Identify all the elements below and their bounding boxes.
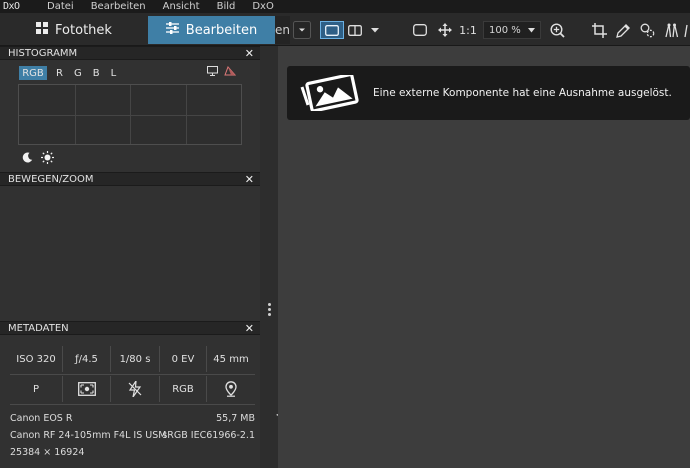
horizon-icon xyxy=(664,23,678,37)
crop-tool-button[interactable] xyxy=(590,21,608,39)
compare-mode-group xyxy=(320,21,384,39)
grid-icon xyxy=(36,22,49,38)
zoom-level-select[interactable]: 100 % xyxy=(483,21,541,39)
repair-tool-button[interactable] xyxy=(638,21,656,39)
histogram-chart xyxy=(18,84,242,145)
chevron-down-icon xyxy=(528,27,535,32)
sun-icon[interactable] xyxy=(41,151,54,164)
menu-bild[interactable]: Bild xyxy=(210,1,246,12)
move-zoom-panel-header[interactable]: BEWEGEN/ZOOM ✕ xyxy=(0,172,260,186)
shutter-value: 1/80 s xyxy=(111,346,160,372)
picker-icon xyxy=(615,23,630,38)
aperture-value: ƒ/4.5 xyxy=(63,346,111,372)
move-zoom-title: BEWEGEN/ZOOM xyxy=(8,173,94,185)
tab-fotothek[interactable]: Fotothek xyxy=(0,16,148,44)
channel-tab-r[interactable]: R xyxy=(54,66,65,80)
metering-icon xyxy=(63,376,111,402)
camera-model: Canon EOS R xyxy=(10,413,73,424)
tab-bearbeiten[interactable]: Bearbeiten xyxy=(148,16,275,44)
horizon-tool-button[interactable] xyxy=(662,21,680,39)
histogram-channel-tabs: RGB R G B L xyxy=(19,66,125,80)
menu-ansicht[interactable]: Ansicht xyxy=(156,1,210,12)
zoom-1to1-button[interactable]: 1:1 xyxy=(458,21,478,39)
menu-dxo[interactable]: DxO xyxy=(245,1,284,12)
channel-tab-rgb[interactable]: RGB xyxy=(19,66,47,80)
exposure-mode: P xyxy=(10,376,63,402)
app-logo: DxO xyxy=(3,1,20,12)
error-message-box: Eine externe Komponente hat eine Ausnahm… xyxy=(287,66,690,120)
channel-tab-g[interactable]: G xyxy=(72,66,84,80)
histogram-icons xyxy=(207,66,236,76)
picker-tool-button[interactable] xyxy=(614,21,632,39)
channel-tab-l[interactable]: L xyxy=(109,66,119,80)
iso-value: ISO 320 xyxy=(10,346,63,372)
menu-bar: DxO Datei Bearbeiten Ansicht Bild DxO xyxy=(0,0,690,13)
color-profile: sRGB IEC61966-2.1 xyxy=(162,430,255,441)
chevron-down-icon[interactable] xyxy=(366,21,384,39)
flash-off-icon xyxy=(111,376,160,402)
histogram-panel-header[interactable]: HISTOGRAMM ✕ xyxy=(0,46,260,60)
menu-bearbeiten[interactable]: Bearbeiten xyxy=(84,1,156,12)
image-dimensions: 25384 × 16924 xyxy=(10,447,85,458)
tab-peek-label: en xyxy=(275,23,290,37)
zoom-fit-icon xyxy=(549,22,565,38)
repair-icon xyxy=(640,23,654,37)
tab-fotothek-label: Fotothek xyxy=(55,22,112,38)
clipping-toggles xyxy=(22,151,54,164)
sliders-icon xyxy=(165,22,179,38)
location-pin-icon xyxy=(207,376,255,402)
compare-single-icon xyxy=(325,24,339,36)
menu-datei[interactable]: Datei xyxy=(40,1,84,12)
close-icon[interactable]: ✕ xyxy=(245,322,254,335)
zoom-fit-button[interactable] xyxy=(548,21,566,39)
file-size: 55,7 MB xyxy=(216,413,255,424)
move-button[interactable] xyxy=(436,21,454,39)
dropdown-arrow-button[interactable] xyxy=(293,21,311,39)
channel-tab-b[interactable]: B xyxy=(91,66,102,80)
crop-icon xyxy=(591,22,607,38)
compare-split-icon xyxy=(348,24,362,36)
tab-peek[interactable]: en xyxy=(275,16,290,44)
histogram-title: HISTOGRAMM xyxy=(8,47,78,59)
compare-single-button[interactable] xyxy=(320,21,344,39)
crop-frame-button[interactable] xyxy=(411,21,429,39)
zoom-level-value: 100 % xyxy=(489,24,521,36)
lens-model: Canon RF 24-105mm F4L IS USM xyxy=(10,430,167,441)
close-icon[interactable]: ✕ xyxy=(245,47,254,60)
toolbar-overflow-edge xyxy=(684,21,690,39)
tab-bearbeiten-label: Bearbeiten xyxy=(185,22,258,38)
move-icon xyxy=(438,23,452,37)
close-icon[interactable]: ✕ xyxy=(245,173,254,186)
metadata-panel-header[interactable]: METADATEN ✕ xyxy=(0,321,260,335)
exposure-comp-value: 0 EV xyxy=(160,346,207,372)
exposure-info-row: ISO 320 ƒ/4.5 1/80 s 0 EV 45 mm xyxy=(10,346,255,372)
camera-mode-row: P RGB xyxy=(10,376,255,402)
error-message: Eine externe Komponente hat eine Ausnahm… xyxy=(373,87,672,99)
metadata-title: METADATEN xyxy=(8,322,69,334)
left-panel: HISTOGRAMM ✕ RGB R G B L BEWEGEN/ZOOM ✕ … xyxy=(0,46,260,468)
moon-icon[interactable] xyxy=(22,152,33,163)
drag-handle-icon[interactable] xyxy=(268,303,271,318)
broken-image-icon xyxy=(300,75,359,111)
compare-split-button[interactable] xyxy=(344,21,366,39)
panel-splitter[interactable] xyxy=(260,46,278,468)
gamut-warning-icon[interactable] xyxy=(224,66,236,76)
crop-frame-icon xyxy=(413,24,427,36)
toolbar: Fotothek Bearbeiten en 1:1 100 % xyxy=(0,13,690,46)
color-space: RGB xyxy=(160,376,207,402)
focal-length-value: 45 mm xyxy=(213,353,249,365)
monitor-icon[interactable] xyxy=(207,66,218,76)
